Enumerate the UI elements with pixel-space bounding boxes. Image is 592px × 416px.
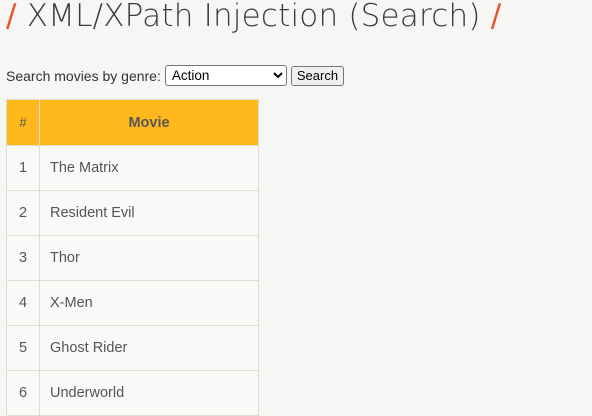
row-number: 3 [6,235,40,281]
column-header-number: # [6,99,40,146]
row-number: 4 [6,280,40,326]
table-row: 3 Thor [6,235,259,281]
row-number: 6 [6,370,40,416]
movie-name: Ghost Rider [39,325,259,371]
column-header-movie: Movie [39,99,259,146]
genre-select[interactable]: Action [164,65,287,86]
row-number: 5 [6,325,40,371]
row-number: 2 [6,190,40,236]
table-header-row: # Movie [6,99,259,146]
page-title-text: XML/XPath Injection (Search) [26,0,481,34]
row-number: 1 [6,145,40,191]
search-form: Search movies by genre: Action Search [6,65,345,86]
movie-name: Resident Evil [39,190,259,236]
genre-label: Search movies by genre: [6,67,161,84]
table-row: 1 The Matrix [6,145,259,191]
movies-table: # Movie 1 The Matrix 2 Resident Evil 3 T… [6,99,259,416]
title-slash-left: / [6,0,17,34]
page-title: / XML/XPath Injection (Search) / [6,0,501,42]
title-slash-right: / [490,0,502,34]
search-button[interactable]: Search [290,65,345,86]
table-row: 4 X-Men [6,280,259,326]
table-row: 6 Underworld [6,370,259,416]
movie-name: The Matrix [39,145,259,191]
movie-name: Thor [39,235,259,281]
table-row: 2 Resident Evil [6,190,259,236]
movie-name: Underworld [39,370,259,416]
table-row: 5 Ghost Rider [6,325,259,371]
movie-name: X-Men [39,280,259,326]
